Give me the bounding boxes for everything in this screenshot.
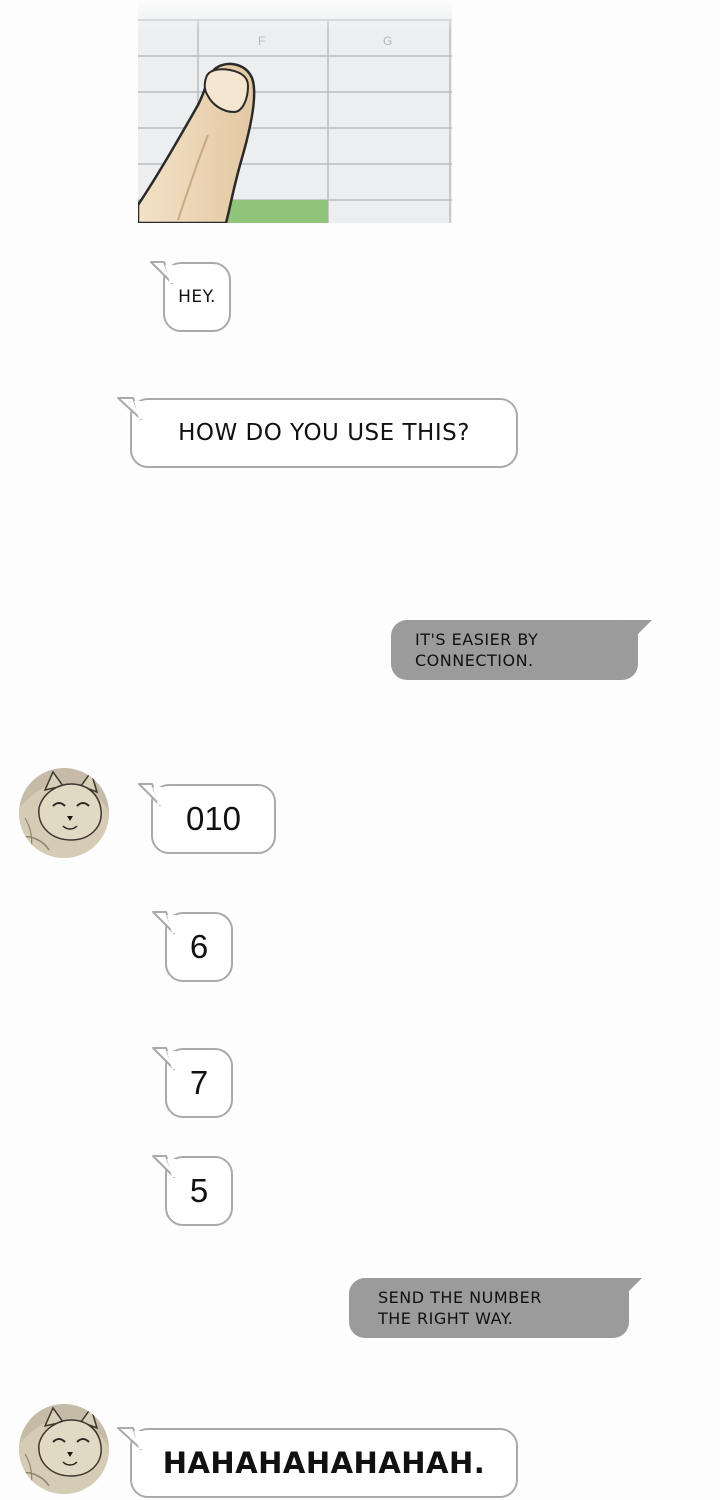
message-text: HOW DO YOU USE THIS? — [178, 420, 470, 446]
message-bubble-6: 6 — [152, 911, 233, 982]
bubble-tail — [138, 783, 162, 806]
message-line-1: SEND THE NUMBER — [378, 1288, 542, 1307]
bubble-tail — [117, 1427, 143, 1450]
column-header-f: F — [258, 34, 265, 48]
bubble-tail — [117, 397, 143, 420]
message-text: 7 — [189, 1064, 209, 1101]
message-text: HAHAHAHAHAHAH. — [162, 1446, 486, 1480]
message-text: 6 — [189, 928, 209, 965]
cat-avatar-icon[interactable] — [19, 768, 109, 858]
bubble-tail — [152, 1155, 176, 1178]
message-bubble-question: HOW DO YOU USE THIS? — [117, 397, 518, 468]
bubble-tail — [624, 620, 652, 644]
message-line-1: IT'S EASIER BY — [415, 630, 539, 649]
finger-pointing-at-spreadsheet: F G — [138, 0, 452, 223]
message-bubble-outgoing-send-number: SEND THE NUMBER THE RIGHT WAY. — [349, 1278, 642, 1338]
message-bubble-010: 010 — [138, 783, 276, 854]
message-line-2: CONNECTION. — [415, 651, 534, 670]
bubble-tail — [152, 911, 176, 934]
bubble-tail — [614, 1278, 642, 1302]
message-bubble-hey: HEY. — [150, 261, 231, 332]
message-line-2: THE RIGHT WAY. — [378, 1309, 514, 1328]
message-bubble-laugh: HAHAHAHAHAHAH. — [117, 1427, 518, 1498]
spreadsheet-illustration: F G — [138, 0, 452, 223]
message-text: SEND THE NUMBER THE RIGHT WAY. — [378, 1287, 542, 1329]
message-text: 010 — [185, 800, 242, 837]
column-header-g: G — [383, 34, 392, 48]
message-text: IT'S EASIER BY CONNECTION. — [415, 629, 538, 671]
message-bubble-7: 7 — [152, 1047, 233, 1118]
bubble-tail — [150, 261, 174, 284]
message-text: 5 — [189, 1172, 209, 1209]
message-bubble-outgoing-connection: IT'S EASIER BY CONNECTION. — [391, 620, 652, 680]
cat-avatar-icon[interactable] — [19, 1404, 109, 1494]
message-text: HEY. — [178, 287, 216, 307]
message-bubble-5: 5 — [152, 1155, 233, 1226]
bubble-tail — [152, 1047, 176, 1070]
